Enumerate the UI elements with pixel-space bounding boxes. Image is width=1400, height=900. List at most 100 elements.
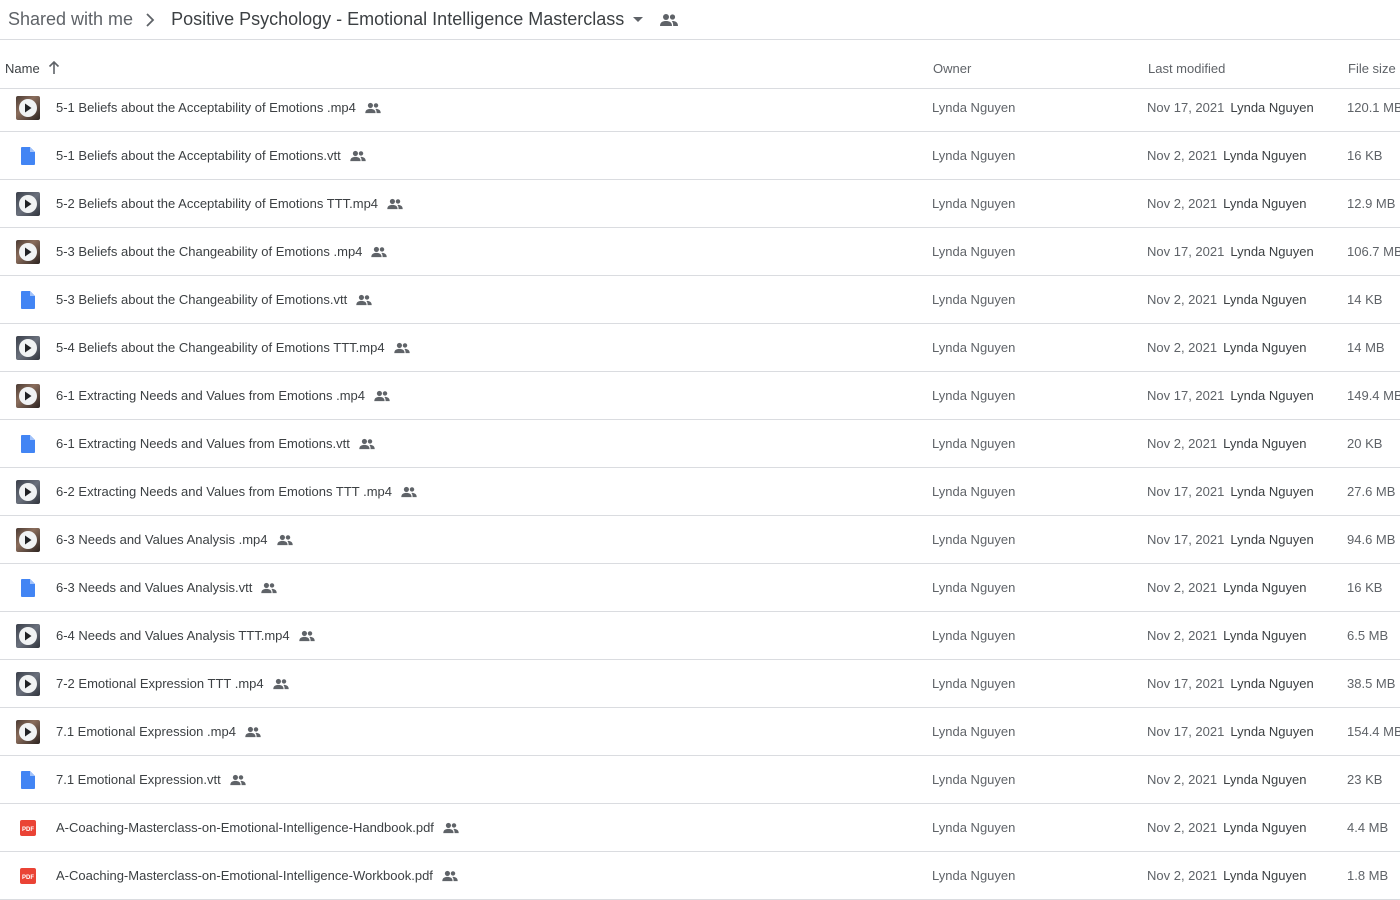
file-row[interactable]: 5-3 Beliefs about the Changeability of E… (0, 228, 1400, 276)
modified-by: Lynda Nguyen (1230, 100, 1314, 115)
video-thumbnail-icon (16, 96, 40, 120)
file-size: 6.5 MB (1347, 628, 1389, 643)
file-row[interactable]: 5-2 Beliefs about the Acceptability of E… (0, 180, 1400, 228)
modified-date: Nov 17, 2021 (1147, 244, 1225, 259)
file-name-cell[interactable]: 6-1 Extracting Needs and Values from Emo… (56, 436, 376, 451)
play-icon (19, 627, 37, 645)
file-row[interactable]: 5-3 Beliefs about the Changeability of E… (0, 276, 1400, 324)
file-name: 6-1 Extracting Needs and Values from Emo… (56, 436, 350, 451)
file-type-icon (16, 384, 40, 408)
modified-date: Nov 17, 2021 (1147, 676, 1225, 691)
file-name: 7-2 Emotional Expression TTT .mp4 (56, 676, 264, 691)
breadcrumb-shared-with-me[interactable]: Shared with me (8, 9, 133, 30)
file-row[interactable]: 6-3 Needs and Values Analysis.vtt Lynda N… (0, 564, 1400, 612)
file-type-icon (16, 480, 40, 504)
file-name: 5-3 Beliefs about the Changeability of E… (56, 292, 348, 307)
play-icon (19, 675, 37, 693)
file-type-icon (16, 720, 40, 744)
file-last-modified: Nov 2, 2021 Lynda Nguyen (1147, 628, 1306, 643)
file-row[interactable]: 6-4 Needs and Values Analysis TTT.mp4 Lyn… (0, 612, 1400, 660)
file-owner: Lynda Nguyen (932, 436, 1016, 451)
breadcrumb-current-folder[interactable]: Positive Psychology - Emotional Intellig… (171, 9, 624, 30)
file-type-icon (16, 528, 40, 552)
file-row[interactable]: 7.1 Emotional Expression.vtt Lynda Nguyen… (0, 756, 1400, 804)
file-last-modified: Nov 17, 2021 Lynda Nguyen (1147, 484, 1314, 499)
file-row[interactable]: 5-1 Beliefs about the Acceptability of E… (0, 84, 1400, 132)
file-owner: Lynda Nguyen (932, 100, 1016, 115)
file-row[interactable]: 6-1 Extracting Needs and Values from Emo… (0, 372, 1400, 420)
file-name-cell[interactable]: 5-2 Beliefs about the Acceptability of E… (56, 196, 404, 211)
file-row[interactable]: PDF A-Coaching-Masterclass-on-Emotional-I… (0, 852, 1400, 900)
file-name-cell[interactable]: 5-3 Beliefs about the Changeability of E… (56, 292, 373, 307)
file-name-cell[interactable]: 6-3 Needs and Values Analysis.vtt (56, 580, 278, 595)
modified-date: Nov 2, 2021 (1147, 772, 1218, 787)
modified-date: Nov 17, 2021 (1147, 724, 1225, 739)
file-name-cell[interactable]: 5-3 Beliefs about the Changeability of E… (56, 244, 388, 259)
file-row[interactable]: 7-2 Emotional Expression TTT .mp4 Lynda N… (0, 660, 1400, 708)
video-thumbnail-icon (16, 528, 40, 552)
shared-people-icon (355, 294, 373, 306)
file-row[interactable]: 5-1 Beliefs about the Acceptability of E… (0, 132, 1400, 180)
file-row[interactable]: 6-1 Extracting Needs and Values from Emo… (0, 420, 1400, 468)
caret-down-icon[interactable] (632, 16, 644, 24)
file-size: 154.4 MB (1347, 724, 1400, 739)
file-name-cell[interactable]: 7.1 Emotional Expression .mp4 (56, 724, 262, 739)
file-owner: Lynda Nguyen (932, 484, 1016, 499)
modified-by: Lynda Nguyen (1223, 148, 1307, 163)
play-icon (19, 531, 37, 549)
modified-by: Lynda Nguyen (1223, 292, 1307, 307)
file-last-modified: Nov 17, 2021 Lynda Nguyen (1147, 676, 1314, 691)
modified-date: Nov 17, 2021 (1147, 100, 1225, 115)
modified-date: Nov 2, 2021 (1147, 580, 1218, 595)
column-header-name[interactable]: Name (5, 60, 60, 76)
file-type-icon (16, 576, 40, 600)
breadcrumb: Shared with me Positive Psychology - Emo… (0, 0, 1400, 40)
play-icon (19, 723, 37, 741)
file-row[interactable]: PDF A-Coaching-Masterclass-on-Emotional-I… (0, 804, 1400, 852)
file-row[interactable]: 7.1 Emotional Expression .mp4 Lynda Nguye… (0, 708, 1400, 756)
video-thumbnail-icon (16, 624, 40, 648)
file-size: 27.6 MB (1347, 484, 1396, 499)
shared-people-icon (400, 486, 418, 498)
file-name-cell[interactable]: 6-1 Extracting Needs and Values from Emo… (56, 388, 391, 403)
file-last-modified: Nov 17, 2021 Lynda Nguyen (1147, 724, 1314, 739)
file-size: 14 KB (1347, 292, 1383, 307)
pdf-file-icon: PDF (20, 868, 36, 884)
shared-people-icon (229, 774, 247, 786)
file-name-cell[interactable]: A-Coaching-Masterclass-on-Emotional-Inte… (56, 820, 460, 835)
file-name-cell[interactable]: 5-1 Beliefs about the Acceptability of E… (56, 100, 382, 115)
file-name: 7.1 Emotional Expression.vtt (56, 772, 221, 787)
shared-people-icon (349, 150, 367, 162)
column-header-owner[interactable]: Owner (933, 61, 971, 76)
modified-by: Lynda Nguyen (1223, 580, 1307, 595)
shared-people-icon (298, 630, 316, 642)
file-name-cell[interactable]: 6-2 Extracting Needs and Values from Emo… (56, 484, 418, 499)
sort-ascending-icon[interactable] (48, 60, 60, 75)
file-name: 6-2 Extracting Needs and Values from Emo… (56, 484, 392, 499)
file-row[interactable]: 6-3 Needs and Values Analysis .mp4 Lynda … (0, 516, 1400, 564)
modified-date: Nov 17, 2021 (1147, 484, 1225, 499)
column-header-file-size[interactable]: File size (1348, 61, 1396, 76)
file-name-cell[interactable]: 5-1 Beliefs about the Acceptability of E… (56, 148, 367, 163)
file-last-modified: Nov 2, 2021 Lynda Nguyen (1147, 196, 1306, 211)
file-owner: Lynda Nguyen (932, 676, 1016, 691)
file-name-cell[interactable]: 7-2 Emotional Expression TTT .mp4 (56, 676, 290, 691)
play-icon (19, 243, 37, 261)
file-name-cell[interactable]: 6-3 Needs and Values Analysis .mp4 (56, 532, 294, 547)
file-name-cell[interactable]: A-Coaching-Masterclass-on-Emotional-Inte… (56, 868, 459, 883)
file-last-modified: Nov 2, 2021 Lynda Nguyen (1147, 580, 1306, 595)
file-name-cell[interactable]: 6-4 Needs and Values Analysis TTT.mp4 (56, 628, 316, 643)
file-last-modified: Nov 17, 2021 Lynda Nguyen (1147, 100, 1314, 115)
video-thumbnail-icon (16, 720, 40, 744)
modified-date: Nov 2, 2021 (1147, 820, 1218, 835)
file-type-icon (16, 240, 40, 264)
file-name-cell[interactable]: 5-4 Beliefs about the Changeability of E… (56, 340, 411, 355)
file-size: 149.4 MB (1347, 388, 1400, 403)
file-type-icon (16, 336, 40, 360)
file-size: 106.7 MB (1347, 244, 1400, 259)
file-name-cell[interactable]: 7.1 Emotional Expression.vtt (56, 772, 247, 787)
file-last-modified: Nov 2, 2021 Lynda Nguyen (1147, 868, 1306, 883)
file-row[interactable]: 6-2 Extracting Needs and Values from Emo… (0, 468, 1400, 516)
column-header-last-modified[interactable]: Last modified (1148, 61, 1225, 76)
file-row[interactable]: 5-4 Beliefs about the Changeability of E… (0, 324, 1400, 372)
